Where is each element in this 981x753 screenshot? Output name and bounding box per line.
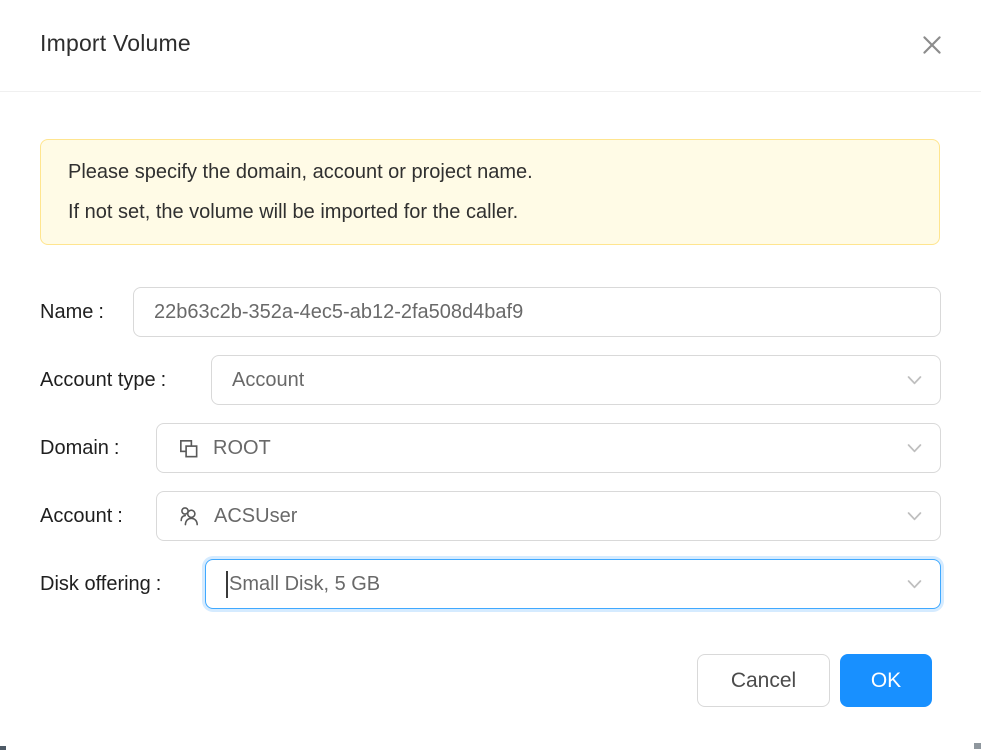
domain-value: ROOT xyxy=(213,437,271,460)
form-row-domain: Domain: ROOT xyxy=(0,423,981,473)
modal-header: Import Volume xyxy=(0,0,981,92)
form-row-disk-offering: Disk offering: Small Disk, 5 GB xyxy=(0,559,981,609)
background-page-fragment xyxy=(974,743,981,749)
import-volume-modal: Import Volume Please specify the domain,… xyxy=(0,0,981,753)
form-row-account: Account: ACSUser xyxy=(0,491,981,541)
account-select[interactable]: ACSUser xyxy=(156,491,941,541)
block-icon xyxy=(177,437,200,460)
name-label: Name: xyxy=(40,287,104,337)
form-row-name: Name: 22b63c2b-352a-4ec5-ab12-2fa508d4ba… xyxy=(0,287,981,337)
name-input[interactable]: 22b63c2b-352a-4ec5-ab12-2fa508d4baf9 xyxy=(133,287,941,337)
form-row-account-type: Account type: Account xyxy=(0,355,981,405)
chevron-down-icon xyxy=(905,371,924,390)
account-type-label: Account type: xyxy=(40,355,166,405)
disk-offering-label: Disk offering: xyxy=(40,559,161,609)
domain-select[interactable]: ROOT xyxy=(156,423,941,473)
domain-label: Domain: xyxy=(40,423,119,473)
cancel-button[interactable]: Cancel xyxy=(697,654,830,707)
chevron-down-icon xyxy=(905,575,924,594)
close-button[interactable] xyxy=(917,30,947,60)
background-page-fragment xyxy=(0,746,6,750)
account-type-value: Account xyxy=(232,369,304,392)
disk-offering-select[interactable]: Small Disk, 5 GB xyxy=(205,559,941,609)
text-cursor xyxy=(226,571,228,598)
account-label: Account: xyxy=(40,491,123,541)
alert-line-1: Please specify the domain, account or pr… xyxy=(68,152,912,192)
info-alert: Please specify the domain, account or pr… xyxy=(40,139,940,245)
account-type-select[interactable]: Account xyxy=(211,355,941,405)
close-icon xyxy=(919,32,945,58)
account-value: ACSUser xyxy=(214,505,297,528)
disk-offering-value: Small Disk, 5 GB xyxy=(229,573,380,596)
alert-line-2: If not set, the volume will be imported … xyxy=(68,192,912,232)
team-icon xyxy=(177,504,201,528)
name-value: 22b63c2b-352a-4ec5-ab12-2fa508d4baf9 xyxy=(154,301,523,324)
chevron-down-icon xyxy=(905,507,924,526)
page-title: Import Volume xyxy=(40,30,191,57)
ok-button[interactable]: OK xyxy=(840,654,932,707)
chevron-down-icon xyxy=(905,439,924,458)
